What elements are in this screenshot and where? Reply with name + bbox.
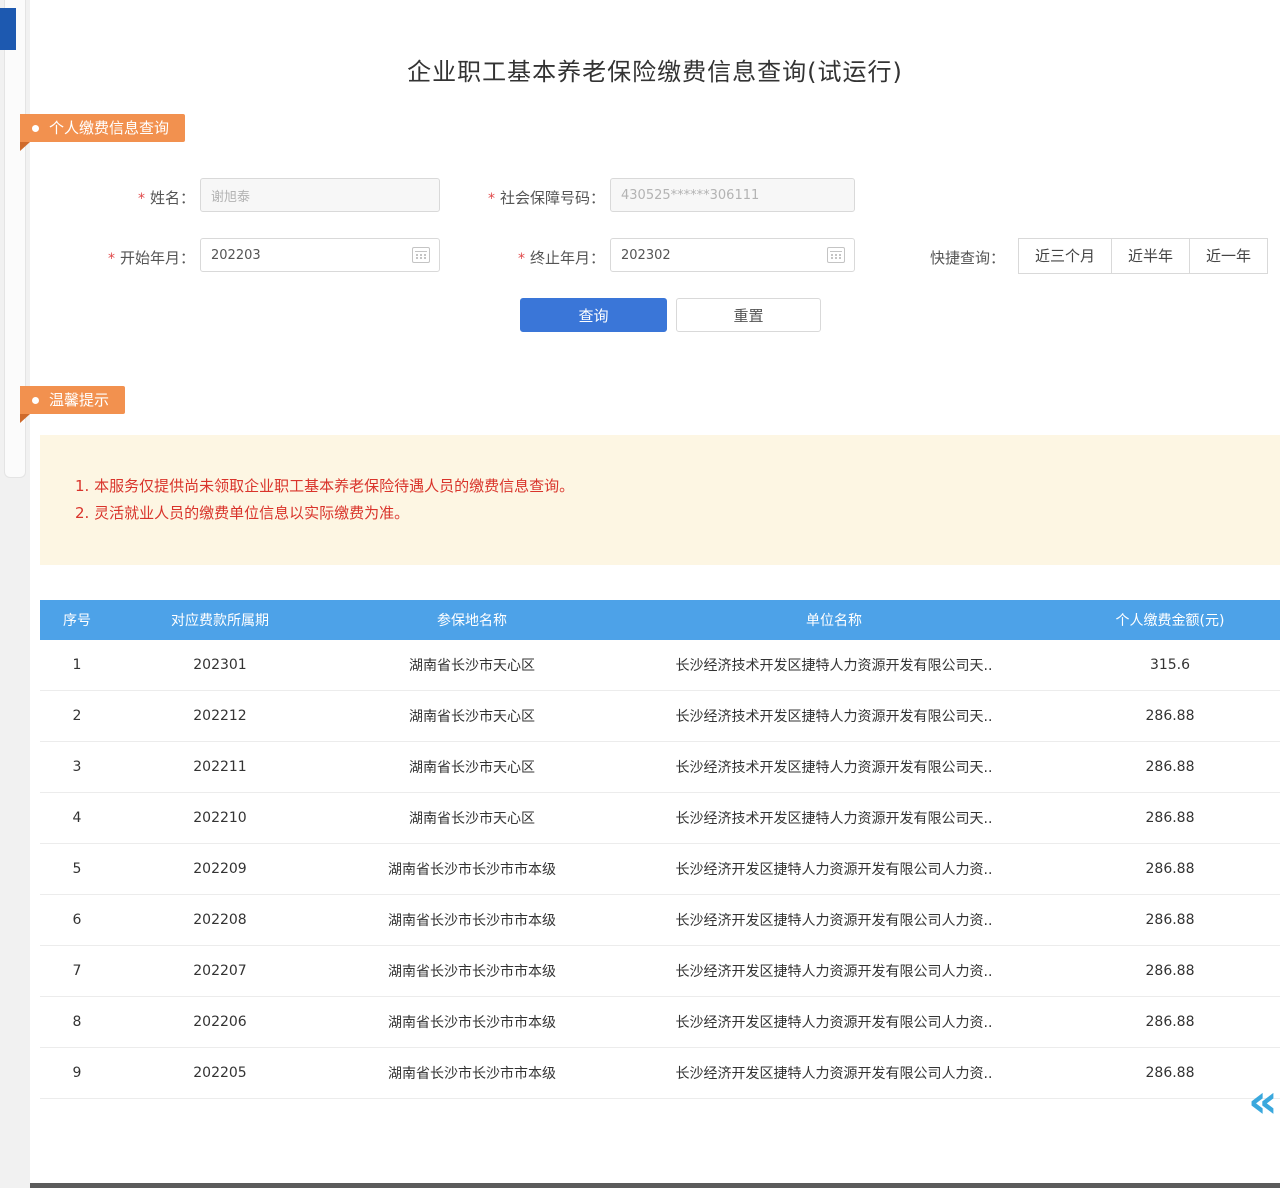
payment-table: 序号对应费款所属期参保地名称单位名称个人缴费金额(元) 1202301湖南省长沙… (40, 600, 1280, 1099)
cell-amount: 286.88 (1050, 1048, 1280, 1099)
table-row: 5202209湖南省长沙市长沙市市本级长沙经济开发区捷特人力资源开发有限公司人力… (40, 844, 1280, 895)
ssn-label: *社会保障号码： (455, 187, 605, 208)
table-row: 6202208湖南省长沙市长沙市市本级长沙经济开发区捷特人力资源开发有限公司人力… (40, 895, 1280, 946)
end-date-label: *终止年月： (495, 247, 605, 268)
section-tag-label: 个人缴费信息查询 (49, 114, 169, 142)
query-button[interactable]: 查询 (520, 298, 667, 332)
cell-amount: 286.88 (1050, 895, 1280, 946)
cell-amount: 286.88 (1050, 742, 1280, 793)
calendar-icon[interactable] (827, 247, 845, 263)
cell-seq: 3 (40, 742, 114, 793)
end-date-field (610, 238, 855, 272)
section-tag-tips: 温馨提示 (20, 386, 125, 414)
cell-area: 湖南省长沙市长沙市市本级 (326, 997, 618, 1048)
table-row: 9202205湖南省长沙市长沙市市本级长沙经济开发区捷特人力资源开发有限公司人力… (40, 1048, 1280, 1099)
cell-seq: 5 (40, 844, 114, 895)
table-row: 1202301湖南省长沙市天心区长沙经济技术开发区捷特人力资源开发有限公司天..… (40, 640, 1280, 691)
notice-line: 1. 本服务仅提供尚未领取企业职工基本养老保险待遇人员的缴费信息查询。 (75, 475, 1250, 497)
quick-btn-last-half-year[interactable]: 近半年 (1111, 238, 1190, 274)
cell-company: 长沙经济开发区捷特人力资源开发有限公司人力资.. (618, 844, 1050, 895)
collapse-chevron-icon[interactable]: « (1248, 1078, 1278, 1124)
name-label: *姓名： (100, 187, 195, 208)
column-header: 对应费款所属期 (114, 600, 326, 640)
section-tag-label: 温馨提示 (49, 386, 109, 414)
sidebar-handle[interactable] (0, 8, 16, 50)
notice-box: 1. 本服务仅提供尚未领取企业职工基本养老保险待遇人员的缴费信息查询。 2. 灵… (40, 435, 1280, 565)
quick-query-group: 近三个月 近半年 近一年 (1018, 238, 1268, 274)
cell-company: 长沙经济开发区捷特人力资源开发有限公司人力资.. (618, 946, 1050, 997)
reset-button[interactable]: 重置 (676, 298, 821, 332)
cell-company: 长沙经济开发区捷特人力资源开发有限公司人力资.. (618, 1048, 1050, 1099)
cell-period: 202209 (114, 844, 326, 895)
bullet-icon (32, 397, 39, 404)
cell-area: 湖南省长沙市长沙市市本级 (326, 844, 618, 895)
column-header: 序号 (40, 600, 114, 640)
cell-area: 湖南省长沙市天心区 (326, 793, 618, 844)
cell-amount: 286.88 (1050, 793, 1280, 844)
cell-area: 湖南省长沙市长沙市市本级 (326, 895, 618, 946)
cell-amount: 286.88 (1050, 691, 1280, 742)
table-row: 2202212湖南省长沙市天心区长沙经济技术开发区捷特人力资源开发有限公司天..… (40, 691, 1280, 742)
required-marker: * (108, 251, 115, 267)
cell-period: 202212 (114, 691, 326, 742)
column-header: 个人缴费金额(元) (1050, 600, 1280, 640)
start-date-input[interactable] (200, 238, 440, 272)
cell-seq: 7 (40, 946, 114, 997)
calendar-icon[interactable] (412, 247, 430, 263)
table-row: 4202210湖南省长沙市天心区长沙经济技术开发区捷特人力资源开发有限公司天..… (40, 793, 1280, 844)
cell-area: 湖南省长沙市天心区 (326, 691, 618, 742)
cell-amount: 286.88 (1050, 997, 1280, 1048)
ssn-input[interactable] (610, 178, 855, 212)
table-row: 7202207湖南省长沙市长沙市市本级长沙经济开发区捷特人力资源开发有限公司人力… (40, 946, 1280, 997)
cell-area: 湖南省长沙市长沙市市本级 (326, 946, 618, 997)
cell-area: 湖南省长沙市长沙市市本级 (326, 1048, 618, 1099)
start-date-label: *开始年月： (85, 247, 195, 268)
cell-seq: 6 (40, 895, 114, 946)
cell-company: 长沙经济技术开发区捷特人力资源开发有限公司天.. (618, 793, 1050, 844)
required-marker: * (138, 191, 145, 207)
cell-seq: 8 (40, 997, 114, 1048)
table-row: 8202206湖南省长沙市长沙市市本级长沙经济开发区捷特人力资源开发有限公司人力… (40, 997, 1280, 1048)
column-header: 单位名称 (618, 600, 1050, 640)
table-header: 序号对应费款所属期参保地名称单位名称个人缴费金额(元) (40, 600, 1280, 640)
cell-company: 长沙经济开发区捷特人力资源开发有限公司人力资.. (618, 895, 1050, 946)
table-row: 3202211湖南省长沙市天心区长沙经济技术开发区捷特人力资源开发有限公司天..… (40, 742, 1280, 793)
required-marker: * (488, 191, 495, 207)
quick-btn-last-3-months[interactable]: 近三个月 (1018, 238, 1112, 274)
cell-period: 202207 (114, 946, 326, 997)
name-input[interactable] (200, 178, 440, 212)
cell-period: 202205 (114, 1048, 326, 1099)
cell-period: 202211 (114, 742, 326, 793)
notice-line: 2. 灵活就业人员的缴费单位信息以实际缴费为准。 (75, 502, 1250, 524)
cell-period: 202210 (114, 793, 326, 844)
cell-seq: 1 (40, 640, 114, 691)
cell-period: 202206 (114, 997, 326, 1048)
cell-seq: 2 (40, 691, 114, 742)
cell-seq: 9 (40, 1048, 114, 1099)
section-tag-personal-query: 个人缴费信息查询 (20, 114, 185, 142)
cell-company: 长沙经济技术开发区捷特人力资源开发有限公司天.. (618, 691, 1050, 742)
end-date-input[interactable] (610, 238, 855, 272)
column-header: 参保地名称 (326, 600, 618, 640)
required-marker: * (518, 251, 525, 267)
cell-company: 长沙经济开发区捷特人力资源开发有限公司人力资.. (618, 997, 1050, 1048)
cell-company: 长沙经济技术开发区捷特人力资源开发有限公司天.. (618, 742, 1050, 793)
cell-seq: 4 (40, 793, 114, 844)
bullet-icon (32, 125, 39, 132)
bottom-bar (30, 1183, 1280, 1188)
cell-company: 长沙经济技术开发区捷特人力资源开发有限公司天.. (618, 640, 1050, 691)
cell-amount: 286.88 (1050, 844, 1280, 895)
cell-period: 202301 (114, 640, 326, 691)
cell-area: 湖南省长沙市天心区 (326, 640, 618, 691)
cell-amount: 286.88 (1050, 946, 1280, 997)
quick-btn-last-year[interactable]: 近一年 (1189, 238, 1268, 274)
cell-area: 湖南省长沙市天心区 (326, 742, 618, 793)
cell-period: 202208 (114, 895, 326, 946)
cell-amount: 315.6 (1050, 640, 1280, 691)
start-date-field (200, 238, 440, 272)
page-title: 企业职工基本养老保险缴费信息查询(试运行) (30, 52, 1280, 87)
quick-query-label: 快捷查询： (930, 247, 1005, 268)
